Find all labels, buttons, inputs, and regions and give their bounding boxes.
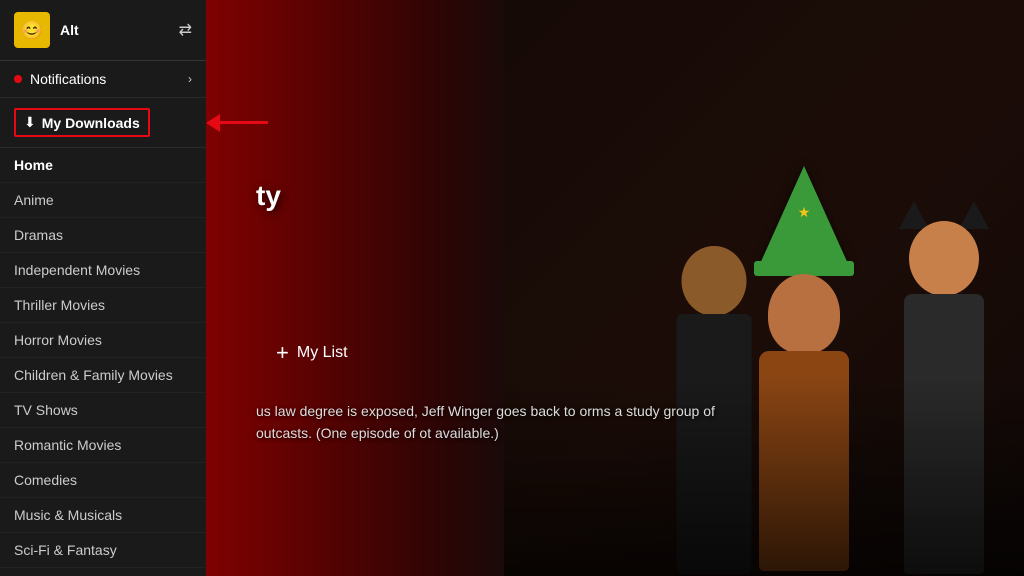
notifications-item[interactable]: Notifications › — [0, 61, 206, 98]
switch-profile-icon[interactable]: ⇄ — [179, 20, 192, 40]
menu-item-independent[interactable]: Independent Movies — [0, 253, 206, 288]
menu-item-music[interactable]: Music & Musicals — [0, 498, 206, 533]
notifications-label: Notifications — [30, 71, 188, 87]
notification-dot — [14, 75, 22, 83]
menu-item-comedies[interactable]: Comedies — [0, 463, 206, 498]
menu-items-list: Home Anime Dramas Independent Movies Thr… — [0, 148, 206, 576]
menu-item-tv-shows[interactable]: TV Shows — [0, 393, 206, 428]
menu-item-horror[interactable]: Horror Movies — [0, 323, 206, 358]
sidebar-header: 😊 Alt ⇄ — [0, 0, 206, 61]
arrow-head-left — [206, 114, 220, 132]
menu-item-children-family[interactable]: Children & Family Movies — [0, 358, 206, 393]
content-title: ty — [256, 180, 281, 212]
arrow-line — [220, 121, 268, 124]
sidebar: 😊 Alt ⇄ Notifications › ⬇ My Downloads H… — [0, 0, 206, 576]
plus-icon: + — [276, 340, 289, 366]
description-text: us law degree is exposed, Jeff Winger go… — [256, 400, 756, 445]
my-list-label: My List — [297, 344, 348, 362]
menu-item-romantic[interactable]: Romantic Movies — [0, 428, 206, 463]
menu-item-action[interactable]: Action & Adventure — [0, 568, 206, 576]
menu-item-home[interactable]: Home — [0, 148, 206, 183]
downloads-item[interactable]: ⬇ My Downloads — [0, 98, 206, 148]
chevron-right-icon: › — [188, 72, 192, 86]
menu-item-dramas[interactable]: Dramas — [0, 218, 206, 253]
profile-emoji: 😊 — [21, 20, 43, 41]
red-arrow-annotation — [206, 114, 268, 132]
profile-name: Alt — [60, 22, 179, 38]
download-icon: ⬇ — [24, 114, 36, 131]
profile-avatar: 😊 — [14, 12, 50, 48]
main-content: ty + My List us law degree is exposed, J… — [206, 0, 1024, 576]
menu-item-thriller[interactable]: Thriller Movies — [0, 288, 206, 323]
my-list-button[interactable]: + My List — [276, 340, 348, 366]
menu-item-anime[interactable]: Anime — [0, 183, 206, 218]
menu-item-scifi[interactable]: Sci-Fi & Fantasy — [0, 533, 206, 568]
downloads-inner: ⬇ My Downloads — [14, 108, 150, 137]
downloads-label: My Downloads — [42, 115, 140, 131]
